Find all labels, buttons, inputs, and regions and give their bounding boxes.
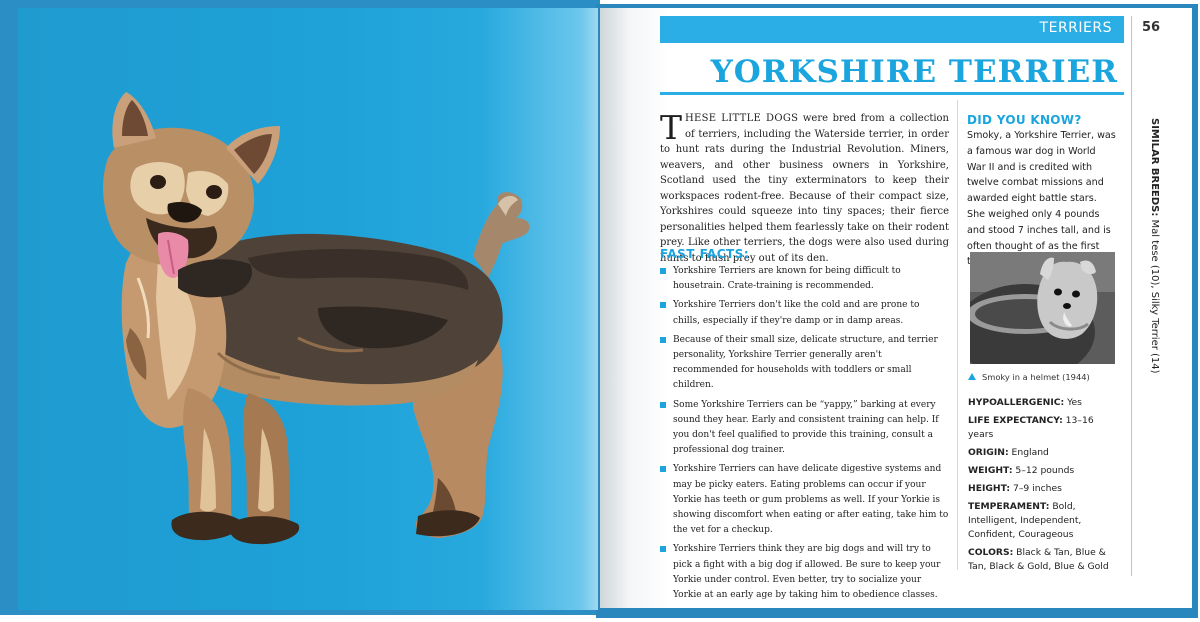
fast-fact-text: Yorkshire Terriers can have delicate dig… xyxy=(673,464,949,536)
bullet-square-icon xyxy=(660,268,666,274)
stat-label: ORIGIN: xyxy=(968,447,1009,458)
breed-stats: HYPOALLERGENIC: Yes LIFE EXPECTANCY: 13–… xyxy=(968,396,1120,578)
stat-label: COLORS: xyxy=(968,547,1014,558)
fast-fact-text: Yorkshire Terriers think they are big do… xyxy=(673,544,941,601)
fast-fact-text: Because of their small size, delicate st… xyxy=(673,334,938,391)
similar-breeds-label: SIMILAR BREEDS: xyxy=(1149,118,1160,217)
fast-fact-item: Yorkshire Terriers can have delicate dig… xyxy=(660,462,949,538)
stat-life-expectancy: LIFE EXPECTANCY: 13–16 years xyxy=(968,414,1120,442)
stat-label: HEIGHT: xyxy=(968,483,1011,494)
intro-paragraph: T HESE LITTLE DOGS were bred from a colle… xyxy=(660,111,949,266)
fast-facts-list: Yorkshire Terriers are known for being d… xyxy=(660,264,949,607)
bullet-square-icon xyxy=(660,302,666,309)
fast-fact-text: Yorkshire Terriers don't like the cold a… xyxy=(673,300,920,326)
stat-label: LIFE EXPECTANCY: xyxy=(968,415,1063,426)
caption-text: Smoky in a helmet (1944) xyxy=(982,372,1090,382)
bullet-square-icon xyxy=(660,401,666,408)
page-title: YORKSHIRE TERRIER xyxy=(710,54,1118,90)
bullet-square-icon xyxy=(660,336,666,343)
section-tag: TERRIERS xyxy=(1039,20,1112,36)
left-page-illustration xyxy=(18,8,598,610)
similar-breeds-value: Mal tese (10), Silky Terrier (14) xyxy=(1149,216,1160,374)
smoky-in-helmet-image xyxy=(970,252,1115,364)
stat-value: 7–9 inches xyxy=(1010,483,1062,494)
drop-cap: T xyxy=(660,108,683,147)
stat-colors: COLORS: Black & Tan, Blue & Tan, Black &… xyxy=(968,546,1120,574)
bullet-square-icon xyxy=(660,546,666,553)
fast-fact-item: Yorkshire Terriers are known for being d… xyxy=(660,264,949,294)
page-number: 56 xyxy=(1141,20,1161,35)
smoky-photo xyxy=(970,252,1115,364)
stat-value: 5–12 pounds xyxy=(1012,465,1075,476)
vertical-divider xyxy=(1131,16,1132,576)
stat-weight: WEIGHT: 5–12 pounds xyxy=(968,464,1120,478)
fast-fact-item: Some Yorkshire Terriers can be “yappy,” … xyxy=(660,398,949,459)
caption-triangle-icon xyxy=(968,373,976,380)
stat-origin: ORIGIN: England xyxy=(968,446,1120,460)
intro-text: were bred from a collection of terriers,… xyxy=(660,113,949,264)
bullet-square-icon xyxy=(660,466,666,473)
stat-label: WEIGHT: xyxy=(968,465,1013,476)
section-header-bar: TERRIERS xyxy=(660,16,1124,43)
stat-value: England xyxy=(1008,447,1049,458)
stat-hypoallergenic: HYPOALLERGENIC: Yes xyxy=(968,396,1120,410)
yorkshire-terrier-illustration xyxy=(103,92,530,545)
stat-temperament: TEMPERAMENT: Bold, Intelligent, Independ… xyxy=(968,500,1120,542)
stat-height: HEIGHT: 7–9 inches xyxy=(968,482,1120,496)
fast-fact-item: Yorkshire Terriers think they are big do… xyxy=(660,542,949,603)
column-divider xyxy=(957,100,958,570)
fast-fact-text: Yorkshire Terriers are known for being d… xyxy=(673,266,901,292)
stat-label: TEMPERAMENT: xyxy=(968,501,1050,512)
title-rule xyxy=(660,92,1124,95)
fast-fact-text: Some Yorkshire Terriers can be “yappy,” … xyxy=(673,399,939,456)
did-you-know-heading: DID YOU KNOW? xyxy=(967,113,1082,127)
photo-caption: Smoky in a helmet (1944) xyxy=(968,372,1090,382)
did-you-know-text: Smoky, a Yorkshire Terrier, was a famous… xyxy=(967,130,1116,267)
stat-label: HYPOALLERGENIC: xyxy=(968,397,1065,408)
fast-facts-heading: FAST FACTS: xyxy=(660,247,750,261)
fast-fact-item: Because of their small size, delicate st… xyxy=(660,333,949,394)
similar-breeds: SIMILAR BREEDS: Mal tese (10), Silky Ter… xyxy=(1146,118,1160,578)
similar-breeds-text: SIMILAR BREEDS: Mal tese (10), Silky Ter… xyxy=(1149,118,1160,374)
intro-lead: HESE LITTLE DOGS xyxy=(685,113,799,124)
fast-fact-item: Yorkshire Terriers don't like the cold a… xyxy=(660,298,949,328)
stat-value: Yes xyxy=(1064,397,1082,408)
